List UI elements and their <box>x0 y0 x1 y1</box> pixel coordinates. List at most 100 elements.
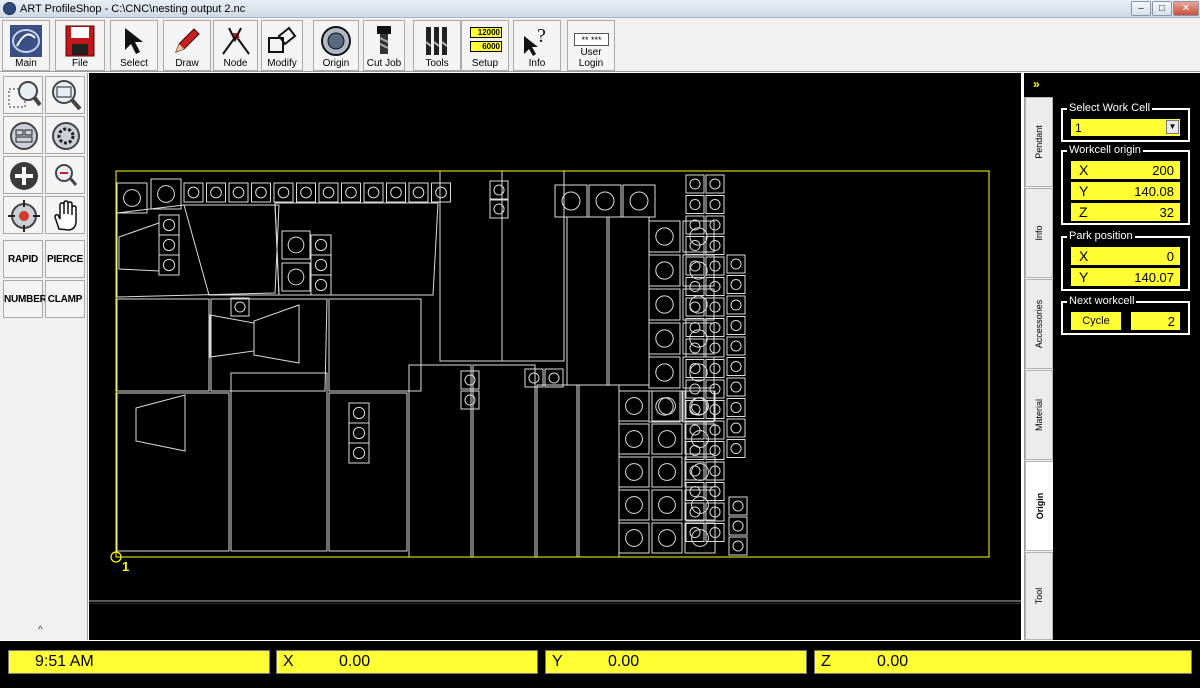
nesting-drawing[interactable]: 1 <box>89 73 1021 600</box>
close-icon[interactable]: ✕ <box>1173 1 1199 16</box>
floppy-disk-icon <box>65 25 95 57</box>
zoom-gear-icon <box>52 122 80 150</box>
zoom-all-button[interactable] <box>3 116 43 154</box>
setup-button[interactable]: 12000 6000 Setup <box>461 20 509 71</box>
modify-button[interactable]: Modify <box>261 20 303 71</box>
part-hole <box>655 329 674 348</box>
nested-part <box>348 442 370 464</box>
nested-part <box>648 288 681 321</box>
zoom-target-button[interactable] <box>3 196 43 234</box>
cycle-button[interactable]: Cycle <box>1070 311 1122 331</box>
nested-part <box>328 298 422 392</box>
minimize-icon[interactable]: – <box>1131 1 1151 16</box>
park-position-group: Park position X 0 Y 140.07 <box>1061 230 1190 291</box>
nested-part <box>150 178 182 210</box>
zoom-window-button[interactable] <box>3 76 43 114</box>
nested-part <box>618 423 650 455</box>
nested-part <box>682 288 715 321</box>
next-workcell-title: Next workcell <box>1067 295 1137 307</box>
nested-part <box>273 182 294 203</box>
info-button[interactable]: ? Info <box>513 20 561 71</box>
part-hole <box>561 191 581 211</box>
nested-part <box>431 182 451 203</box>
origin-z-label: Z <box>1079 204 1088 220</box>
tools-label: Tools <box>425 58 449 69</box>
origin-z-field[interactable]: Z 32 <box>1070 202 1181 222</box>
part-hole <box>162 258 176 272</box>
origin-x-field[interactable]: X 200 <box>1070 160 1181 180</box>
nested-part <box>348 402 370 424</box>
right-panel-header: » <box>1024 73 1200 97</box>
pierce-button[interactable]: PIERCE <box>45 240 85 278</box>
part-hole <box>595 191 615 211</box>
chevron-down-icon[interactable]: ▼ <box>1166 120 1179 134</box>
zoom-extents-button[interactable] <box>45 76 85 114</box>
part-hole <box>655 227 674 246</box>
nested-part <box>310 274 332 296</box>
park-x-field[interactable]: X 0 <box>1070 246 1181 266</box>
part-hole <box>709 301 721 313</box>
part-hole <box>730 319 742 332</box>
pan-hand-button[interactable] <box>45 196 85 234</box>
next-workcell-group: Next workcell Cycle 2 <box>1061 295 1190 335</box>
cut-job-button[interactable]: Cut Job <box>363 20 405 71</box>
part-hole <box>658 463 676 481</box>
tab-accessories[interactable]: Accessories <box>1025 279 1053 369</box>
main-button[interactable]: Main <box>2 20 50 71</box>
user-login-button[interactable]: ** *** User Login <box>567 20 615 71</box>
nested-part <box>726 418 746 438</box>
select-button[interactable]: Select <box>110 20 158 71</box>
part-hole <box>730 442 742 455</box>
tab-pendant[interactable]: Pendant <box>1025 97 1053 187</box>
number-button[interactable]: NUMBER <box>3 280 47 318</box>
park-position-title: Park position <box>1067 230 1135 242</box>
part-hole <box>730 340 742 352</box>
zoom-in-button[interactable] <box>3 156 43 194</box>
part-hole <box>367 186 380 199</box>
draw-button[interactable]: Draw <box>163 20 211 71</box>
origin-y-field[interactable]: Y 140.08 <box>1070 181 1181 201</box>
tools-button[interactable]: Tools <box>413 20 461 71</box>
setup-value-2: 6000 <box>470 41 502 52</box>
zoom-gear-button[interactable] <box>45 116 85 154</box>
nested-part <box>705 195 725 214</box>
nested-part <box>206 182 226 203</box>
status-bar: 9:51 AM X 0.00 Y 0.00 Z 0.00 <box>0 641 1200 688</box>
zoom-out-button[interactable] <box>45 156 85 194</box>
part-hole <box>689 383 701 395</box>
y-position-label: Y <box>552 653 563 670</box>
nested-part <box>158 254 180 276</box>
part-hole <box>162 238 176 252</box>
right-panel-tabs: Pendant Info Accessories Material Origin… <box>1024 97 1053 640</box>
part-hole <box>732 520 744 532</box>
nested-part <box>618 390 650 422</box>
part-hole <box>730 422 742 434</box>
maximize-icon[interactable]: □ <box>1152 1 1172 16</box>
origin-button[interactable]: Origin <box>313 20 359 71</box>
next-workcell-field[interactable]: 2 <box>1130 311 1181 331</box>
file-button[interactable]: File <box>55 20 105 71</box>
zoom-all-icon <box>10 122 38 150</box>
work-cell-select[interactable]: 1 ▼ <box>1070 118 1181 137</box>
nesting-canvas[interactable]: 1 <box>89 73 1021 640</box>
part-hole <box>689 485 701 498</box>
tab-origin[interactable]: Origin <box>1025 461 1053 551</box>
tab-tool[interactable]: Tool <box>1025 552 1053 640</box>
rapid-button[interactable]: RAPID <box>3 240 43 278</box>
x-position-value: 0.00 <box>339 653 371 670</box>
nested-part <box>685 318 705 337</box>
tab-pendant-label: Pendant <box>1034 125 1044 159</box>
park-y-field[interactable]: Y 140.07 <box>1070 267 1181 287</box>
zoom-in-icon <box>10 162 38 190</box>
nested-part <box>460 390 480 410</box>
nested-part <box>116 392 230 552</box>
palette-collapse-icon[interactable]: ^ <box>38 625 43 636</box>
tab-material[interactable]: Material <box>1025 370 1053 460</box>
clamp-button[interactable]: CLAMP <box>45 280 85 318</box>
node-button[interactable]: Node <box>213 20 258 71</box>
part-hole <box>287 236 305 254</box>
part-hole <box>730 258 742 270</box>
tab-info[interactable]: Info <box>1025 188 1053 278</box>
expand-panel-icon[interactable]: » <box>1033 77 1040 91</box>
nested-part <box>726 336 746 356</box>
